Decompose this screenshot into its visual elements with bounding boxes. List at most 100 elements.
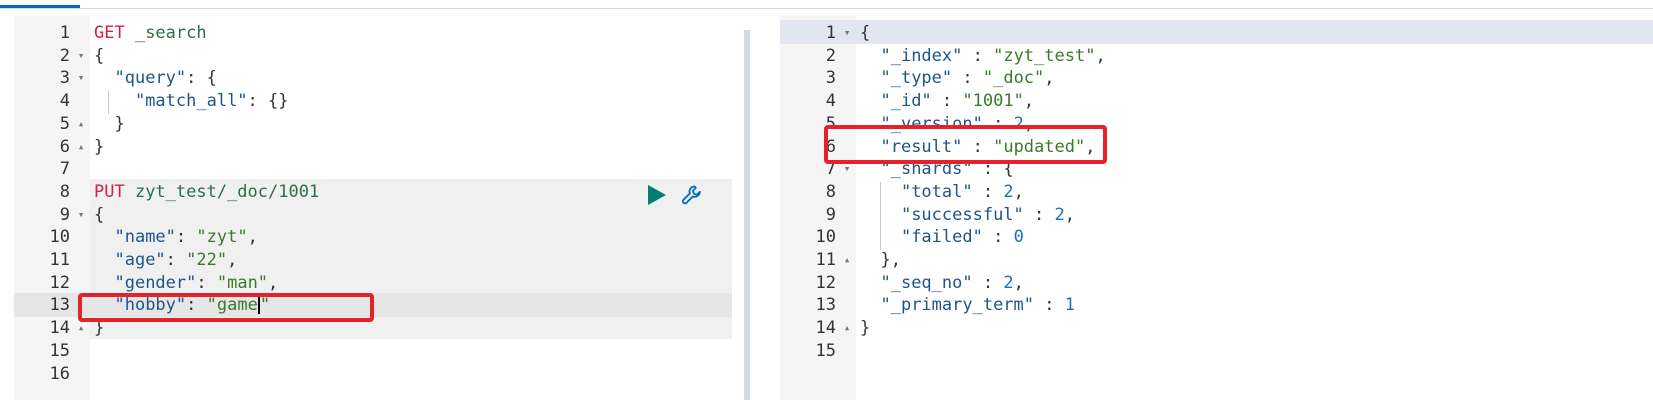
- response-editor: 1 ▾{2 "_index" : "zyt_test", 3 "_type" : "…: [780, 16, 1653, 400]
- code-text: {: [94, 44, 104, 68]
- token-key: "successful": [900, 204, 1024, 225]
- fold-open-icon[interactable]: ▾: [74, 66, 88, 90]
- code-text: },: [860, 248, 901, 272]
- annotation-box-result: [824, 125, 1107, 164]
- token-punc: :: [972, 181, 1004, 202]
- token-key: "_seq_no": [880, 272, 973, 293]
- line-number: 7: [59, 159, 70, 180]
- line-number: 12: [815, 272, 836, 293]
- wrench-icon[interactable]: [680, 183, 704, 207]
- token-punc: ,: [1023, 91, 1035, 112]
- line-number: 3: [825, 68, 836, 89]
- code-text: GET _search: [94, 21, 207, 45]
- token-key: "_primary_term": [880, 295, 1035, 316]
- line-number: 12: [49, 272, 70, 293]
- fold-close-icon[interactable]: ▴: [74, 112, 88, 136]
- fold-open-icon[interactable]: ▾: [74, 44, 88, 68]
- token-punc: [860, 273, 880, 293]
- token-key: "_index": [880, 45, 963, 66]
- code-text: PUT zyt_test/_doc/1001: [94, 180, 319, 204]
- token-punc: [94, 91, 135, 111]
- line-number: 10: [815, 227, 836, 248]
- response-active-line: [780, 20, 1653, 44]
- fold-open-icon[interactable]: ▾: [74, 203, 88, 227]
- token-key: "_type": [880, 68, 953, 89]
- fold-close-icon[interactable]: ▴: [840, 248, 854, 272]
- token-key: "failed": [900, 227, 983, 248]
- line-number: 13: [49, 295, 70, 316]
- token-punc: : {}: [247, 91, 289, 112]
- token-punc: ,: [247, 227, 258, 248]
- token-punc: :: [931, 91, 963, 112]
- line-number: 2: [825, 45, 836, 66]
- line-number: 15: [815, 340, 836, 361]
- token-punc: ,: [1044, 68, 1055, 89]
- token-key: "query": [114, 68, 187, 89]
- console-top-bar: [0, 0, 1653, 9]
- code-text: "_seq_no" : 2,: [860, 271, 1024, 295]
- line-number: 10: [49, 227, 70, 248]
- token-punc: ,: [1013, 181, 1024, 202]
- code-text: "_id" : "1001",: [860, 89, 1034, 113]
- token-num: 0: [1013, 227, 1024, 248]
- token-num: 1: [1064, 295, 1075, 316]
- code-text: "gender": "man",: [94, 271, 278, 295]
- annotation-box-hobby: [78, 293, 374, 322]
- token-punc: },: [860, 250, 901, 270]
- token-punc: : {: [186, 68, 217, 89]
- fold-close-icon[interactable]: ▴: [74, 135, 88, 159]
- token-str: "man": [216, 272, 269, 293]
- token-punc: :: [1034, 295, 1065, 316]
- code-text: "match_all": {}: [94, 89, 289, 113]
- pane-resizer[interactable]: [744, 30, 750, 400]
- token-num: 2: [1054, 204, 1065, 225]
- line-number: 4: [59, 91, 70, 112]
- token-punc: {: [94, 45, 105, 66]
- code-text: }: [860, 316, 870, 340]
- token-punc: }: [94, 136, 105, 157]
- token-punc: [860, 68, 880, 88]
- line-number: 5: [59, 113, 70, 134]
- token-key: "total": [900, 181, 973, 202]
- fold-open-icon[interactable]: ▾: [840, 21, 854, 45]
- code-text: {: [860, 21, 870, 45]
- code-text: "total" : 2,: [860, 180, 1024, 204]
- line-number: 6: [59, 136, 70, 157]
- line-number: 13: [815, 295, 836, 316]
- token-punc: ,: [268, 272, 279, 293]
- play-icon[interactable]: [648, 185, 666, 205]
- token-punc: [860, 205, 901, 225]
- code-text: "query": {: [94, 66, 217, 90]
- code-text: "_primary_term" : 1: [860, 293, 1075, 317]
- token-key: "age": [114, 250, 166, 270]
- code-text: "name": "zyt",: [94, 225, 258, 249]
- token-punc: }: [860, 318, 871, 339]
- token-punc: :: [962, 45, 994, 66]
- token-punc: [94, 273, 114, 293]
- token-punc: :: [982, 227, 1014, 248]
- token-method: PUT: [94, 181, 125, 202]
- line-number: 4: [825, 91, 836, 112]
- token-str: "zyt_test": [993, 45, 1096, 66]
- token-punc: [94, 250, 114, 270]
- token-str: "22": [186, 250, 228, 270]
- code-text: }: [94, 112, 125, 136]
- token-punc: [860, 227, 901, 247]
- code-text: "_type" : "_doc",: [860, 66, 1055, 90]
- token-punc: ,: [227, 250, 238, 270]
- token-punc: ,: [1013, 272, 1024, 293]
- fold-close-icon[interactable]: ▴: [840, 316, 854, 340]
- token-str: "_doc": [982, 68, 1045, 89]
- code-text: }: [94, 135, 104, 159]
- token-punc: }: [94, 113, 125, 134]
- line-number: 11: [815, 250, 836, 270]
- request-editor[interactable]: 1 GET _search 2 ▾{3 ▾ "query": {4 "match_all…: [14, 16, 732, 400]
- token-punc: :: [1023, 204, 1055, 225]
- token-punc: :: [165, 250, 187, 270]
- token-key: "_id": [880, 91, 932, 112]
- token-str: "1001": [962, 91, 1024, 112]
- token-key: "match_all": [134, 91, 248, 112]
- token-punc: {: [94, 204, 105, 225]
- line-number: 1: [825, 23, 836, 43]
- token-punc: [94, 227, 114, 247]
